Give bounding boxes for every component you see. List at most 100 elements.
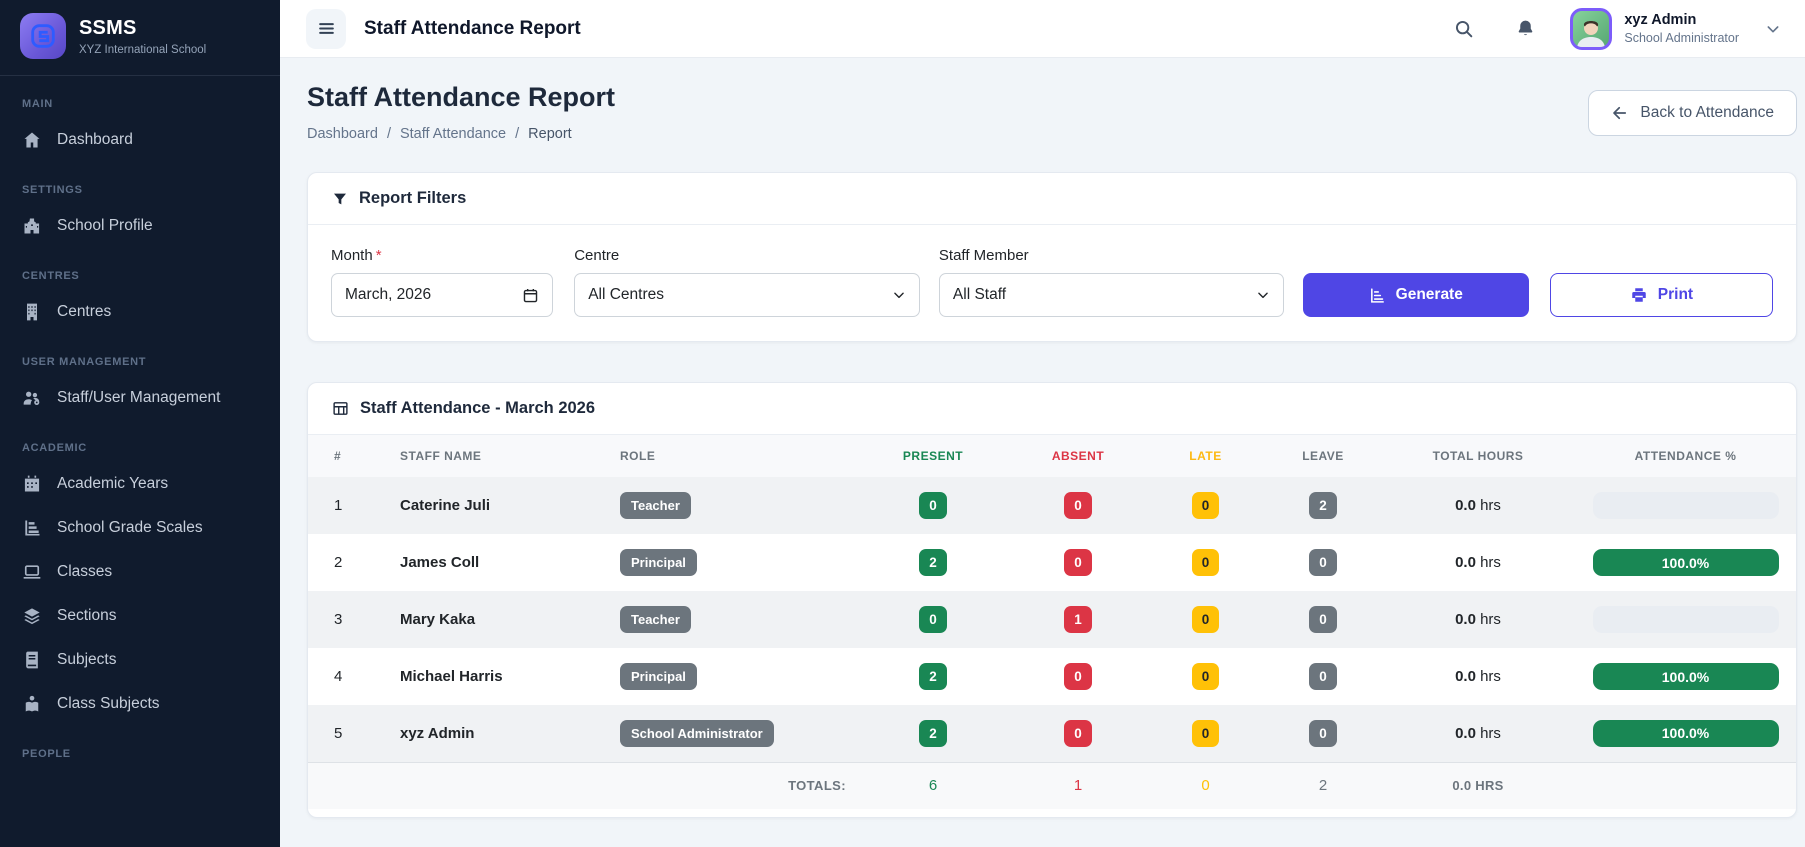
sidebar-item-subjects[interactable]: Subjects — [0, 638, 280, 682]
absent-badge: 1 — [1064, 606, 1092, 633]
row-number: 3 — [308, 591, 388, 648]
month-input[interactable]: March, 2026 — [331, 273, 553, 317]
generate-button[interactable]: Generate — [1303, 273, 1529, 317]
search-icon[interactable] — [1453, 18, 1475, 40]
table-header-row: #STAFF NAMEROLEPRESENTABSENTLATELEAVETOT… — [308, 435, 1797, 477]
breadcrumb-separator: / — [387, 126, 391, 142]
laptop-icon — [22, 562, 42, 582]
late-badge: 0 — [1192, 549, 1220, 576]
totals-hours: 0.0 HRS — [1383, 762, 1573, 809]
breadcrumb-staff-attendance[interactable]: Staff Attendance — [400, 126, 506, 142]
row-number: 1 — [308, 477, 388, 534]
printer-icon — [1630, 286, 1648, 304]
staff-member-label: Staff Member — [939, 247, 1284, 264]
nav-section-label-centres: CENTRES — [0, 248, 280, 290]
sidebar-item-label: Sections — [57, 607, 116, 625]
table-body: 1 Caterine Juli Teacher 0 0 0 2 0.0 hrs 2 James C… — [308, 477, 1797, 762]
notification-bell-icon[interactable] — [1515, 18, 1536, 39]
staff-name: Caterine Juli — [400, 497, 490, 514]
user-avatar[interactable] — [1570, 8, 1612, 50]
sidebar-item-school-grade-scales[interactable]: School Grade Scales — [0, 506, 280, 550]
absent-badge: 0 — [1064, 720, 1092, 747]
centre-select[interactable]: All Centres — [574, 273, 920, 317]
sidebar-item-label: Centres — [57, 303, 111, 321]
month-value: March, 2026 — [345, 286, 431, 304]
staff-member-select[interactable]: All Staff — [939, 273, 1284, 317]
sidebar-item-label: School Profile — [57, 217, 153, 235]
table-icon — [332, 400, 349, 417]
total-hours-value: 0.0 — [1455, 497, 1476, 514]
sidebar-item-centres[interactable]: Centres — [0, 290, 280, 334]
attendance-table-card: Staff Attendance - March 2026 #STAFF NAM… — [307, 382, 1797, 818]
present-badge: 2 — [919, 720, 947, 747]
calendar-icon — [22, 474, 42, 494]
sidebar-item-label: School Grade Scales — [57, 519, 203, 537]
building-icon — [22, 302, 42, 322]
present-badge: 0 — [919, 492, 947, 519]
school-icon — [22, 216, 42, 236]
hamburger-menu-button[interactable] — [306, 9, 346, 49]
present-badge: 0 — [919, 606, 947, 633]
table-row: 2James CollPrincipal20000.0 hrs100.0% — [308, 534, 1797, 591]
hamburger-icon — [317, 19, 336, 38]
generate-label: Generate — [1396, 286, 1463, 304]
breadcrumb-report: Report — [528, 126, 572, 142]
column-header-late: LATE — [1148, 435, 1263, 477]
totals-label: TOTALS: — [608, 762, 858, 809]
hours-unit: hrs — [1480, 497, 1501, 514]
leave-badge: 0 — [1309, 720, 1337, 747]
sidebar-item-label: Staff/User Management — [57, 389, 220, 407]
table-title: Staff Attendance - March 2026 — [360, 399, 595, 418]
sidebar-item-sections[interactable]: Sections — [0, 594, 280, 638]
leave-badge: 0 — [1309, 606, 1337, 633]
staff-name: Mary Kaka — [400, 611, 475, 628]
sidebar-item-classes[interactable]: Classes — [0, 550, 280, 594]
report-filters-card: Report Filters Month* March, 2026 Centre — [307, 172, 1797, 342]
nav-section-label-user-management: USER MANAGEMENT — [0, 334, 280, 376]
sidebar-item-class-subjects[interactable]: Class Subjects — [0, 682, 280, 726]
staff-member-value: All Staff — [953, 286, 1006, 304]
present-badge: 2 — [919, 549, 947, 576]
breadcrumb-dashboard[interactable]: Dashboard — [307, 126, 378, 142]
column-header-role: ROLE — [608, 435, 858, 477]
sidebar-item-staff-user-management[interactable]: Staff/User Management — [0, 376, 280, 420]
app-title: SSMS — [79, 17, 206, 40]
late-badge: 0 — [1192, 606, 1220, 633]
back-to-attendance-button[interactable]: Back to Attendance — [1588, 90, 1797, 136]
chevron-down-icon — [1256, 288, 1270, 302]
topbar: Staff Attendance Report xyz Admin School… — [280, 0, 1805, 58]
hours-unit: hrs — [1480, 668, 1501, 685]
user-info[interactable]: xyz Admin School Administrator — [1624, 12, 1739, 45]
person-book-icon — [22, 694, 42, 714]
attendance-progress-bar: 100.0% — [1593, 720, 1779, 747]
home-icon — [22, 130, 42, 150]
total-hours-value: 0.0 — [1455, 611, 1476, 628]
sidebar-item-label: Academic Years — [57, 475, 168, 493]
print-button[interactable]: Print — [1550, 273, 1773, 317]
hours-unit: hrs — [1480, 611, 1501, 628]
absent-badge: 0 — [1064, 663, 1092, 690]
sidebar-item-school-profile[interactable]: School Profile — [0, 204, 280, 248]
filter-funnel-icon — [332, 191, 348, 207]
sidebar-item-academic-years[interactable]: Academic Years — [0, 462, 280, 506]
staff-name: James Coll — [400, 554, 479, 571]
late-badge: 0 — [1192, 492, 1220, 519]
present-badge: 2 — [919, 663, 947, 690]
role-badge: Principal — [620, 663, 697, 690]
role-badge: Principal — [620, 549, 697, 576]
sidebar-item-label: Classes — [57, 563, 112, 581]
column-header-present: PRESENT — [858, 435, 1008, 477]
row-number: 2 — [308, 534, 388, 591]
column-header-leave: LEAVE — [1263, 435, 1383, 477]
column-header-attendance: ATTENDANCE % — [1573, 435, 1797, 477]
calendar-icon[interactable] — [522, 287, 539, 304]
leave-badge: 0 — [1309, 663, 1337, 690]
layers-icon — [22, 606, 42, 626]
role-badge: Teacher — [620, 606, 691, 633]
column-header-total-hours: TOTAL HOURS — [1383, 435, 1573, 477]
attendance-progress-empty — [1593, 606, 1779, 633]
chevron-down-icon[interactable] — [1765, 21, 1781, 37]
centre-label: Centre — [574, 247, 920, 264]
filters-title: Report Filters — [359, 189, 466, 208]
sidebar-item-dashboard[interactable]: Dashboard — [0, 118, 280, 162]
